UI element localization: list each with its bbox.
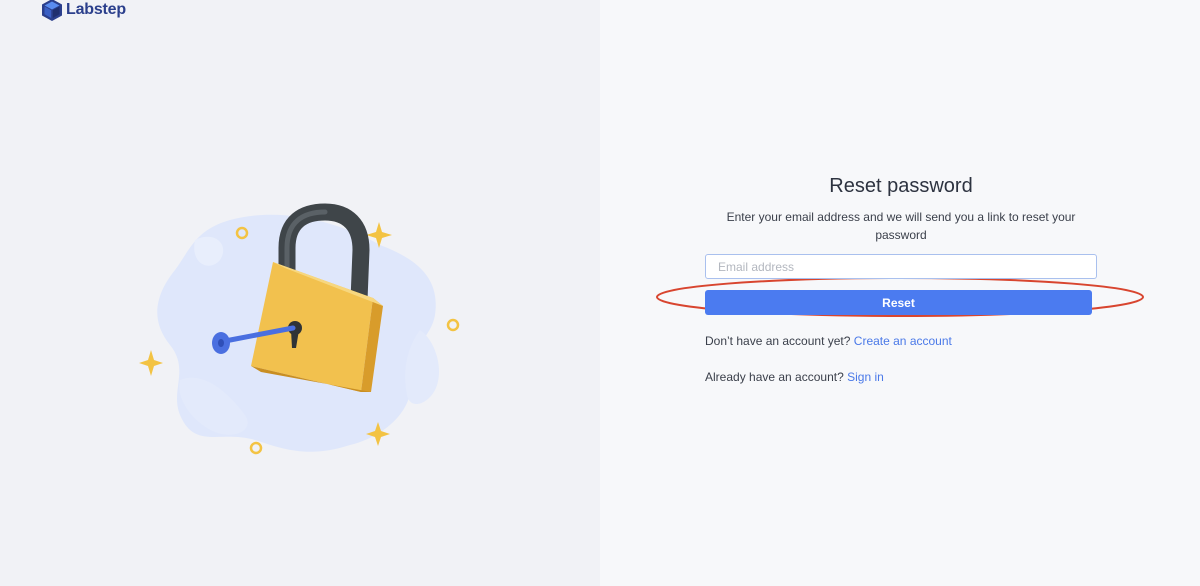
- email-input[interactable]: [705, 254, 1097, 279]
- page-title: Reset password: [829, 175, 973, 197]
- reset-password-page: Labstep Reset password Enter your email …: [0, 0, 1200, 586]
- sign-in-link[interactable]: Sign in: [847, 370, 884, 384]
- padlock-with-key-icon: [139, 203, 460, 455]
- brand-logo[interactable]: Labstep: [40, 0, 126, 22]
- create-account-link[interactable]: Create an account: [854, 334, 952, 348]
- brand-name: Labstep: [66, 1, 126, 18]
- signin-prompt-line: Already have an account? Sign in: [705, 370, 1097, 384]
- signup-prompt: Don’t have an account yet?: [705, 334, 851, 348]
- illustration-panel: Labstep: [0, 0, 600, 586]
- signin-prompt: Already have an account?: [705, 370, 844, 384]
- labstep-cube-icon: [42, 0, 62, 21]
- form-panel: Reset password Enter your email address …: [600, 0, 1200, 586]
- signup-prompt-line: Don’t have an account yet? Create an acc…: [705, 334, 1097, 348]
- reset-button[interactable]: Reset: [705, 290, 1092, 315]
- reset-password-form: Reset password Enter your email address …: [705, 175, 1097, 384]
- form-subtitle: Enter your email address and we will sen…: [726, 210, 1076, 242]
